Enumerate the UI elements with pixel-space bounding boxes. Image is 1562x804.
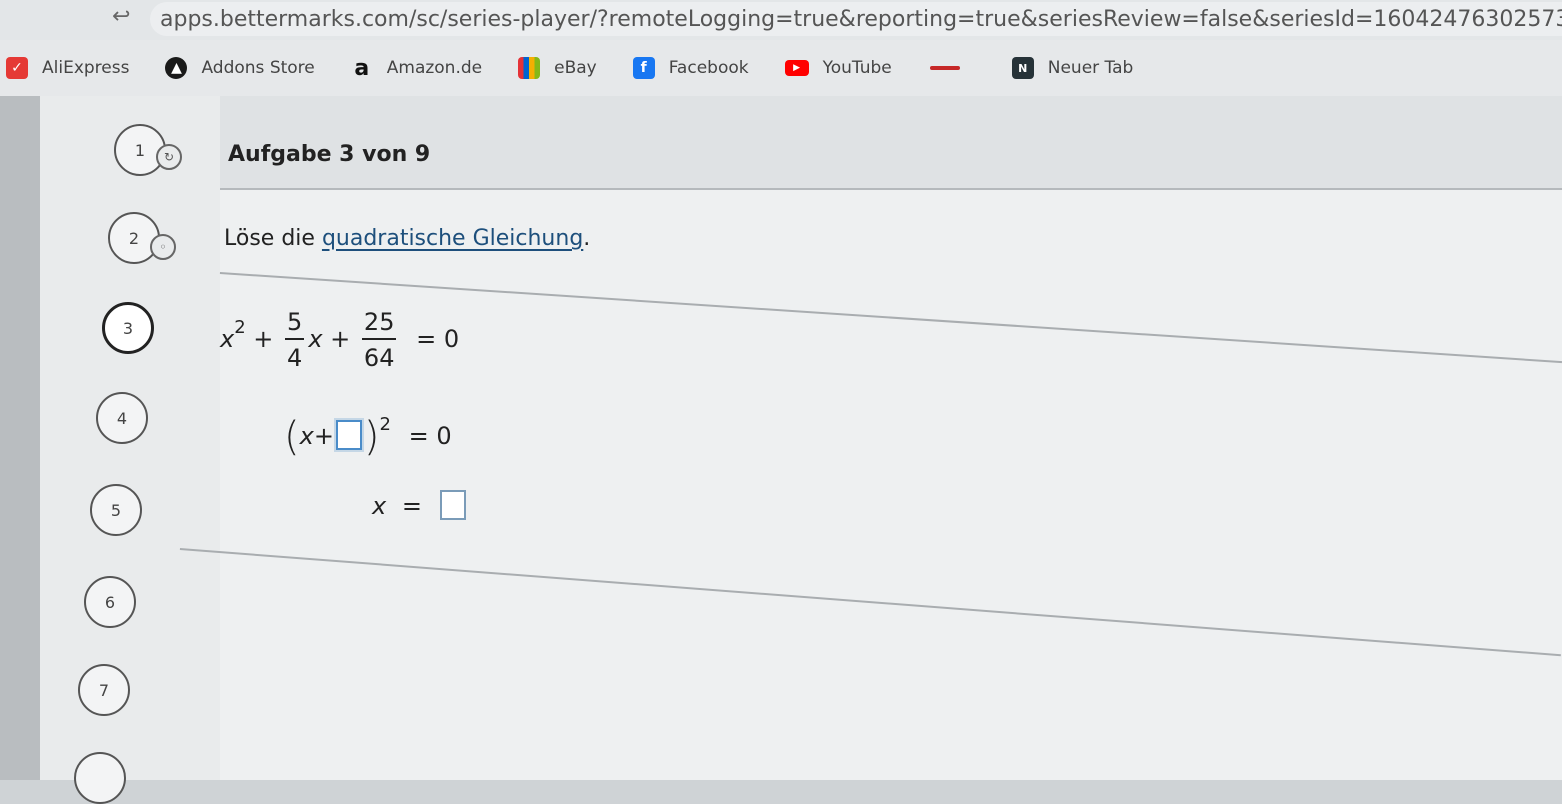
browser-address-bar: ↩ apps.bettermarks.com/sc/series-player/… [0,0,1562,40]
bookmark-label: Neuer Tab [1047,58,1134,78]
binomial-answer-input[interactable] [335,420,362,450]
fraction-5-4: 5 4 [285,308,305,372]
numerator: 5 [287,308,303,336]
variable-x: x [299,422,314,450]
amazon-icon: a [354,55,370,81]
step-status-icon: ↻ [156,144,182,170]
flag-icon [928,57,962,79]
bookmark-aliexpress[interactable]: ✓ AliExpress [6,57,129,79]
ebay-icon [518,57,541,79]
youtube-icon: ▶ [784,60,809,76]
plus-sign: + [313,422,334,450]
variable-x: x [372,492,387,520]
exponent: 2 [234,317,246,338]
equals-zero: = 0 [408,422,452,450]
bookmark-ebay[interactable]: eBay [518,57,597,79]
step-navigation: 1 ↻ 2 ◦ 3 4 5 6 7 [40,96,220,804]
equals-zero: = 0 [416,325,460,353]
bookmark-youtube[interactable]: ▶ YouTube [784,58,892,78]
step-number: 7 [98,680,110,700]
step-number: 3 [122,318,134,338]
new-tab-icon: N [1011,57,1034,79]
variable-x: x [308,325,323,353]
exercise-content: Aufgabe 3 von 9 Löse die quadratische Gl… [179,96,1562,780]
step-number: 4 [116,408,128,428]
bookmark-label: Amazon.de [386,58,483,78]
bookmark-neuer-tab[interactable]: N Neuer Tab [1011,57,1134,79]
numerator: 25 [363,308,395,336]
step-7-button[interactable]: 7 [78,664,130,716]
aliexpress-icon: ✓ [6,57,28,79]
bookmark-addons-store[interactable]: ▲ Addons Store [165,57,315,79]
solution-answer-input[interactable] [439,490,466,520]
instruction-end: . [583,226,591,251]
bookmark-label: Facebook [668,58,749,78]
bookmark-label: AliExpress [42,58,130,78]
bookmark-label: YouTube [822,58,892,78]
quadratic-equation-link[interactable]: quadratische Gleichung [322,226,583,251]
binomial-equation: (x+)2 = 0 [284,414,452,460]
back-arrow-icon[interactable]: ↩ [112,4,130,29]
step-number: 6 [104,592,116,612]
bookmark-label: eBay [554,58,597,78]
step-number: 2 [128,228,140,248]
equals-sign: = [401,492,422,520]
bookmark-facebook[interactable]: f Facebook [632,57,749,79]
step-number: 1 [134,140,146,160]
step-8-button[interactable] [74,752,126,804]
task-header: Aufgabe 3 von 9 [220,96,1562,190]
exponent: 2 [379,414,391,435]
given-equation: x2 + 5 4 x + 25 64 = 0 [220,308,459,372]
close-parenthesis: ) [363,414,380,460]
step-3-button[interactable]: 3 [102,302,154,354]
fraction-25-64: 25 64 [361,308,397,372]
step-number: 5 [110,500,122,520]
step-6-button[interactable]: 6 [84,576,136,628]
left-gutter [0,96,40,780]
divider-line [179,548,1561,657]
url-text: apps.bettermarks.com/sc/series-player/?r… [160,6,1562,32]
bookmarks-bar: ✓ AliExpress ▲ Addons Store a Amazon.de … [0,40,1562,96]
step-4-button[interactable]: 4 [96,392,148,444]
plus-sign: + [253,325,274,353]
facebook-icon: f [632,57,655,79]
denominator: 64 [361,338,397,372]
variable-x: x [220,325,235,353]
bookmark-amazon[interactable]: a Amazon.de [351,55,483,81]
step-status-icon: ◦ [150,234,176,260]
open-parenthesis: ( [284,414,300,460]
solution-equation: x = [372,490,468,520]
bookmark-label: Addons Store [201,58,315,78]
exercise-page: 1 ↻ 2 ◦ 3 4 5 6 7 Aufgabe 3 von 9 Löse d… [0,96,1562,804]
task-instruction: Löse die quadratische Gleichung. [224,226,590,251]
step-5-button[interactable]: 5 [90,484,142,536]
task-title: Aufgabe 3 von 9 [228,142,431,167]
instruction-text: Löse die [224,226,322,251]
addons-store-icon: ▲ [165,57,188,79]
denominator: 4 [285,338,305,372]
url-field[interactable]: apps.bettermarks.com/sc/series-player/?r… [150,2,1562,36]
bookmark-flag[interactable] [928,57,976,79]
plus-sign: + [330,325,351,353]
